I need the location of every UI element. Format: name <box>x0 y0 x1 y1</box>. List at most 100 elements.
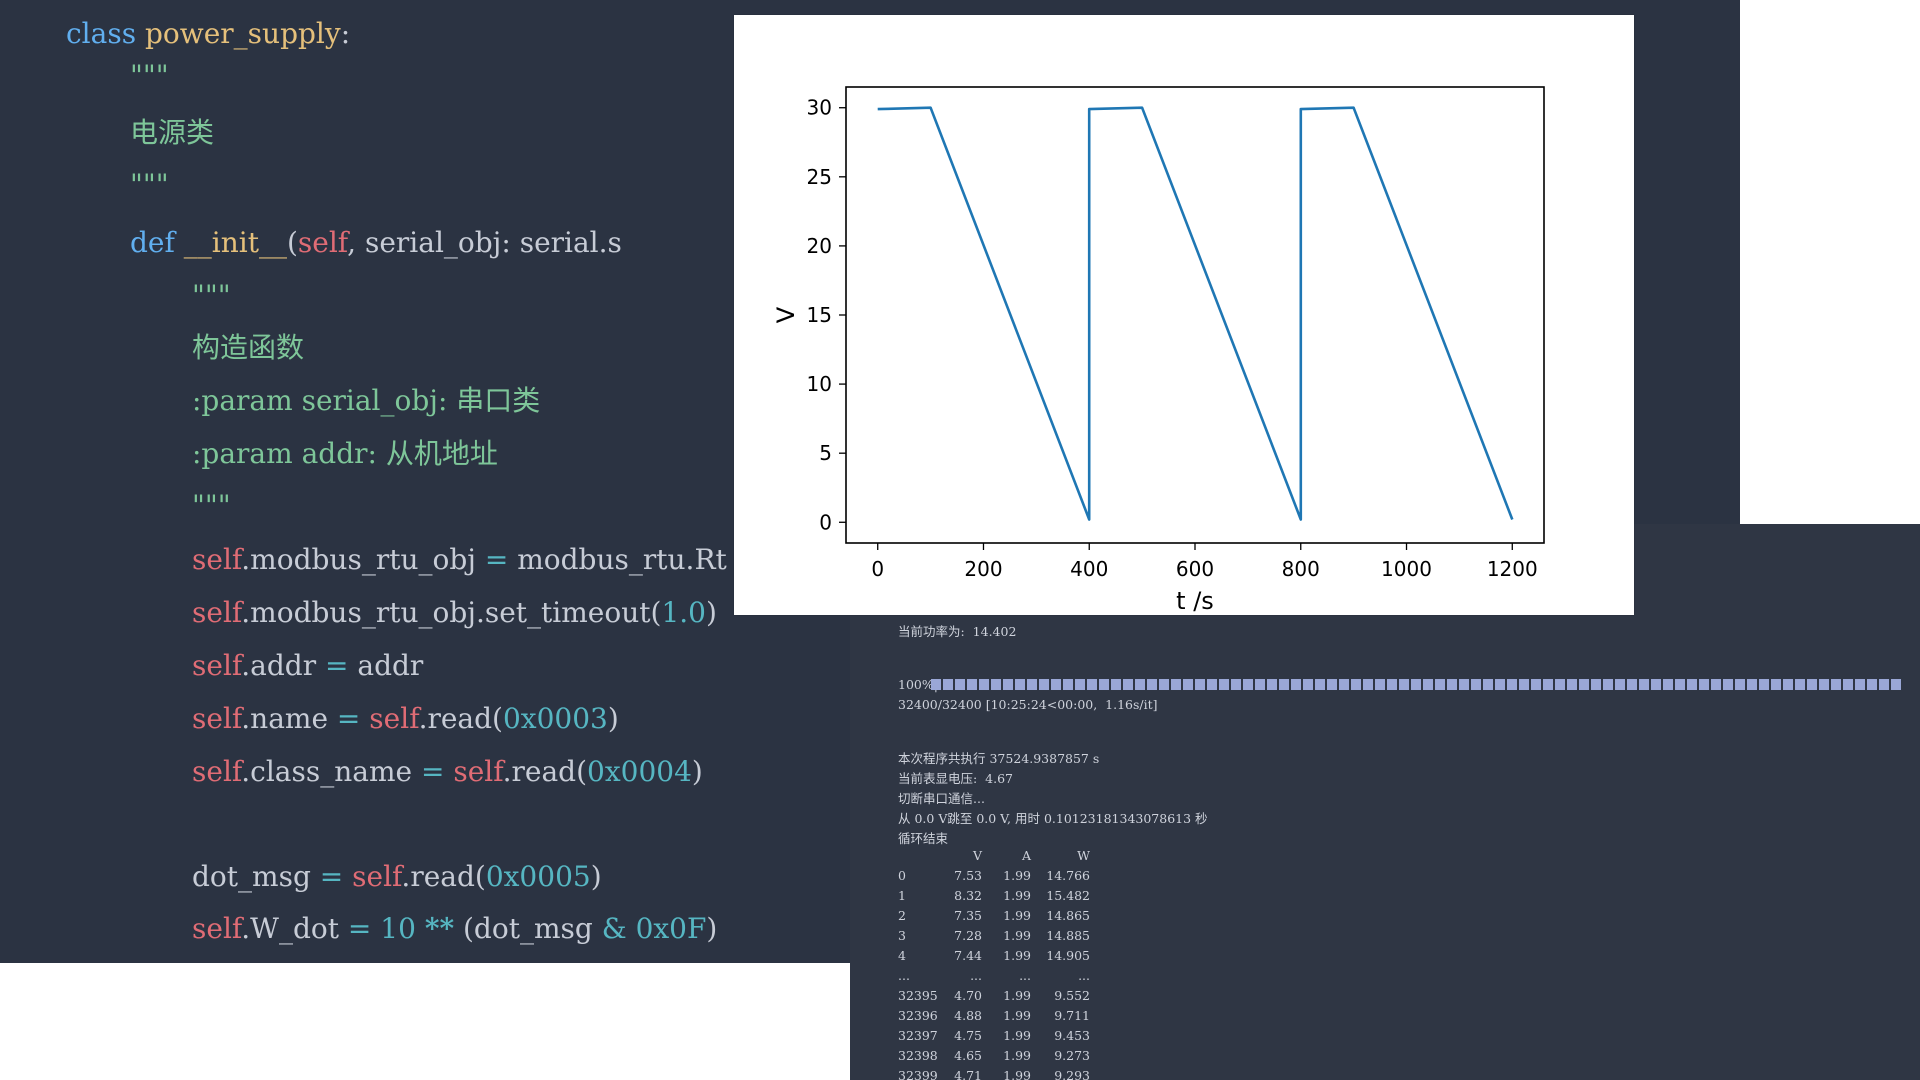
code-token: ) <box>590 860 602 893</box>
code-line: :param serial_obj: 串口类 <box>192 383 540 419</box>
y-tick-label: 0 <box>819 510 832 534</box>
code-token: 电源类 <box>130 116 215 149</box>
table-cell: 8.32 <box>954 888 982 903</box>
code-token: 构造函数 <box>192 331 305 364</box>
code-token: .class_name <box>241 755 421 788</box>
code-token: .W_dot <box>241 912 348 945</box>
meter-voltage: 当前表显电压: 4.67 <box>898 771 1013 786</box>
code-token: (dot_msg <box>454 912 602 945</box>
y-tick-label: 20 <box>807 234 832 258</box>
table-cell: 9.273 <box>1054 1048 1090 1063</box>
series-line <box>877 106 1514 521</box>
code-token: = <box>347 912 372 945</box>
table-cell: 14.766 <box>1046 868 1090 883</box>
code-token: self <box>192 702 242 735</box>
code-token: self <box>369 702 419 735</box>
table-cell: 7.35 <box>954 908 982 923</box>
code-token: self <box>192 596 242 629</box>
x-tick-label: 1000 <box>1381 557 1432 581</box>
progress-bar <box>931 679 1901 690</box>
table-cell: 4 <box>898 948 906 963</box>
code-line: self.W_dot = 10 ** (dot_msg & 0x0F) <box>192 911 717 947</box>
table-cell: 1.99 <box>1003 988 1031 1003</box>
code-token: modbus_rtu.Rt <box>508 543 727 576</box>
code-line: 构造函数 <box>192 330 304 366</box>
table-cell: 1.99 <box>1003 1008 1031 1023</box>
x-tick-label: 400 <box>1070 557 1108 581</box>
code-token: __init__ <box>183 226 287 259</box>
code-line: self.name = self.read(0x0003) <box>192 701 619 737</box>
y-tick-label: 15 <box>807 303 832 327</box>
table-cell: 1 <box>898 888 906 903</box>
x-tick-label: 1200 <box>1487 557 1538 581</box>
table-cell: 15.482 <box>1046 888 1090 903</box>
column-header: V <box>972 848 982 863</box>
code-token: def <box>130 226 184 259</box>
code-token: .read( <box>418 702 503 735</box>
code-token: 0x0004 <box>587 755 692 788</box>
code-token: ) <box>706 912 718 945</box>
code-line: def __init__(self, serial_obj: serial.s <box>130 225 622 261</box>
x-tick-label: 800 <box>1282 557 1320 581</box>
code-token: self <box>352 860 402 893</box>
table-cell: 4.75 <box>954 1028 982 1043</box>
table-cell: 1.99 <box>1003 928 1031 943</box>
table-cell: 0 <box>898 868 906 883</box>
code-line: self.modbus_rtu_obj.set_timeout(1.0) <box>192 595 717 631</box>
table-cell: 9.293 <box>1054 1068 1090 1080</box>
code-token: .addr <box>241 649 325 682</box>
code-line: """ <box>192 278 231 314</box>
table-cell: ... <box>1019 968 1031 983</box>
code-token: power_supply <box>144 17 341 50</box>
table-cell: 4.65 <box>954 1048 982 1063</box>
table-cell: 32396 <box>898 1008 938 1023</box>
table-cell: 32395 <box>898 988 938 1003</box>
disconnect-message: 切断串口通信... <box>898 791 985 806</box>
code-token: = <box>325 649 349 682</box>
table-cell: 1.99 <box>1003 1068 1031 1080</box>
code-token: class <box>66 17 145 50</box>
x-tick-label: 200 <box>964 557 1002 581</box>
code-token: self <box>297 226 348 259</box>
chart-window[interactable]: 0 200 400 600 800 1000 1200 0 5 10 15 20 25 30 t /s V <box>734 15 1634 615</box>
column-header: A <box>1021 848 1031 863</box>
y-axis-label: V <box>772 306 800 323</box>
code-line: """ <box>130 58 169 94</box>
voltage-chart: 0 200 400 600 800 1000 1200 0 5 10 15 20 25 30 t /s V <box>772 86 1545 615</box>
table-cell: 32398 <box>898 1048 938 1063</box>
x-axis-label: t /s <box>1176 587 1214 615</box>
table-cell: 3 <box>898 928 906 943</box>
power-line: 当前功率为: 14.402 <box>898 624 1017 639</box>
y-tick-label: 5 <box>819 441 832 465</box>
table-cell: 1.99 <box>1003 948 1031 963</box>
table-cell: 14.865 <box>1046 908 1090 923</box>
code-token: ) <box>607 702 619 735</box>
code-token: """ <box>130 168 169 201</box>
code-token: dot_msg <box>192 860 320 893</box>
table-cell: ... <box>970 968 982 983</box>
table-cell: 7.53 <box>954 868 982 883</box>
code-token: .modbus_rtu_obj <box>241 543 485 576</box>
code-token: 0x0005 <box>485 860 591 893</box>
code-token: 0x0F <box>635 912 707 945</box>
code-line: self.addr = addr <box>192 648 423 684</box>
table-cell: 2 <box>898 908 906 923</box>
code-token: """ <box>130 59 169 92</box>
code-line: :param addr: 从机地址 <box>192 436 498 472</box>
code-token: ( <box>286 226 298 259</box>
code-line: """ <box>192 488 231 524</box>
code-token: = <box>484 543 509 576</box>
code-token: self <box>192 543 242 576</box>
table-cell: 1.99 <box>1003 1028 1031 1043</box>
table-cell: 9.711 <box>1054 1008 1090 1023</box>
code-token: ** <box>424 912 455 945</box>
code-token: self <box>192 912 242 945</box>
code-line: self.modbus_rtu_obj = modbus_rtu.Rt <box>192 542 727 578</box>
code-token: ) <box>691 755 703 788</box>
y-tick-label: 10 <box>807 372 832 396</box>
x-tick-label: 0 <box>871 557 884 581</box>
table-cell: 14.905 <box>1046 948 1090 963</box>
code-token: .name <box>241 702 337 735</box>
